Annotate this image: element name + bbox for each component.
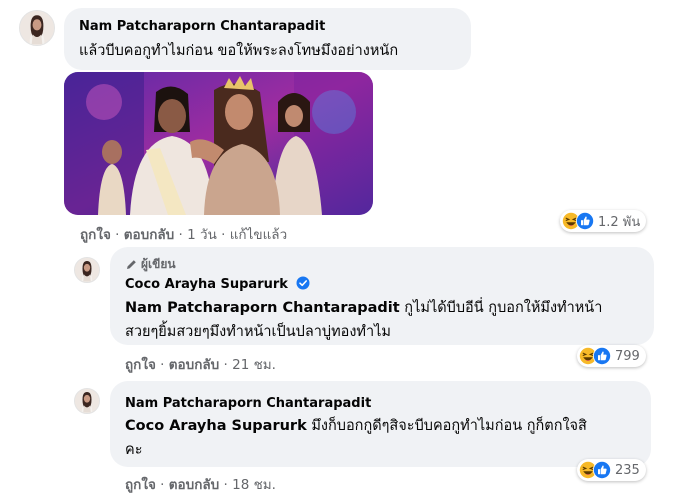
reply-author-avatar[interactable] [74,257,100,283]
like-button[interactable]: ถูกใจ [80,227,111,243]
like-button[interactable]: ถูกใจ [125,477,156,493]
reaction-summary[interactable]: 799 [577,345,646,367]
edited-label[interactable]: แก้ไขแล้ว [230,227,287,243]
reply-button[interactable]: ตอบกลับ [124,227,174,243]
reply-text-line2: คะ [125,442,143,458]
mention-link[interactable]: Nam Patcharaporn Chantarapadit [125,300,400,316]
comment-text: แล้วบีบคอกูทำไมก่อน ขอให้พระลงโทษมึงอย่า… [79,43,399,59]
reply-button[interactable]: ตอบกลับ [169,477,219,493]
reply-text-line1: Coco Arayha Suparurk มึงก็บอกกูดีๆสิจะบี… [125,414,587,439]
mention-link[interactable]: Coco Arayha Suparurk [125,418,307,434]
verified-badge-icon [296,276,310,290]
reply-actions: ถูกใจ · ตอบกลับ · 21 ชม. [125,357,276,373]
like-icon [593,347,611,365]
reply-actions: ถูกใจ · ตอบกลับ · 18 ชม. [125,477,276,493]
reaction-summary[interactable]: 235 [577,459,646,481]
profile-photo-icon [75,258,99,282]
pageant-photo-image [64,72,373,215]
profile-photo-icon [20,11,54,45]
reply-text-line2: สวยๆยิ้มสวยๆมึงทำหน้าเป็นปลาบู่ทองทำไม [125,324,391,340]
reply-text: กูไม่ได้บีบอีนี่ กูบอกให้มึงทำหน้า [399,300,603,316]
reaction-count: 235 [615,462,640,478]
author-badge: ผู้เขียน [125,255,176,274]
like-icon [576,212,594,230]
reply-author-avatar[interactable] [74,388,100,414]
reaction-count: 799 [615,348,640,364]
pencil-icon [127,260,136,269]
reply-author-link[interactable]: Coco Arayha Suparurk [125,277,288,292]
comment-author-name[interactable]: Nam Patcharaporn Chantarapadit [79,19,325,34]
comment-actions: ถูกใจ · ตอบกลับ · 1 วัน · แก้ไขแล้ว [80,227,288,243]
reaction-count: 1.2 พัน [598,214,641,230]
reaction-summary[interactable]: 1.2 พัน [560,210,647,232]
commenter-avatar[interactable] [19,10,55,46]
like-button[interactable]: ถูกใจ [125,357,156,373]
reply-timestamp[interactable]: 21 ชม. [232,357,276,373]
reply-button[interactable]: ตอบกลับ [169,357,219,373]
reply-author-name[interactable]: Nam Patcharaporn Chantarapadit [125,396,371,411]
reply-text-line1: Nam Patcharaporn Chantarapadit กูไม่ได้บ… [125,296,602,321]
like-icon [593,461,611,479]
reply-author-name: Coco Arayha Suparurk [125,276,310,292]
profile-photo-icon [75,389,99,413]
reply-text: มึงก็บอกกูดีๆสิจะบีบคอกูทำไมก่อน กูก็ตกใ… [306,418,587,434]
author-badge-label: ผู้เขียน [141,257,176,271]
reply-timestamp[interactable]: 18 ชม. [232,477,276,493]
comment-timestamp[interactable]: 1 วัน [187,227,217,243]
comment-photo[interactable] [64,72,373,215]
